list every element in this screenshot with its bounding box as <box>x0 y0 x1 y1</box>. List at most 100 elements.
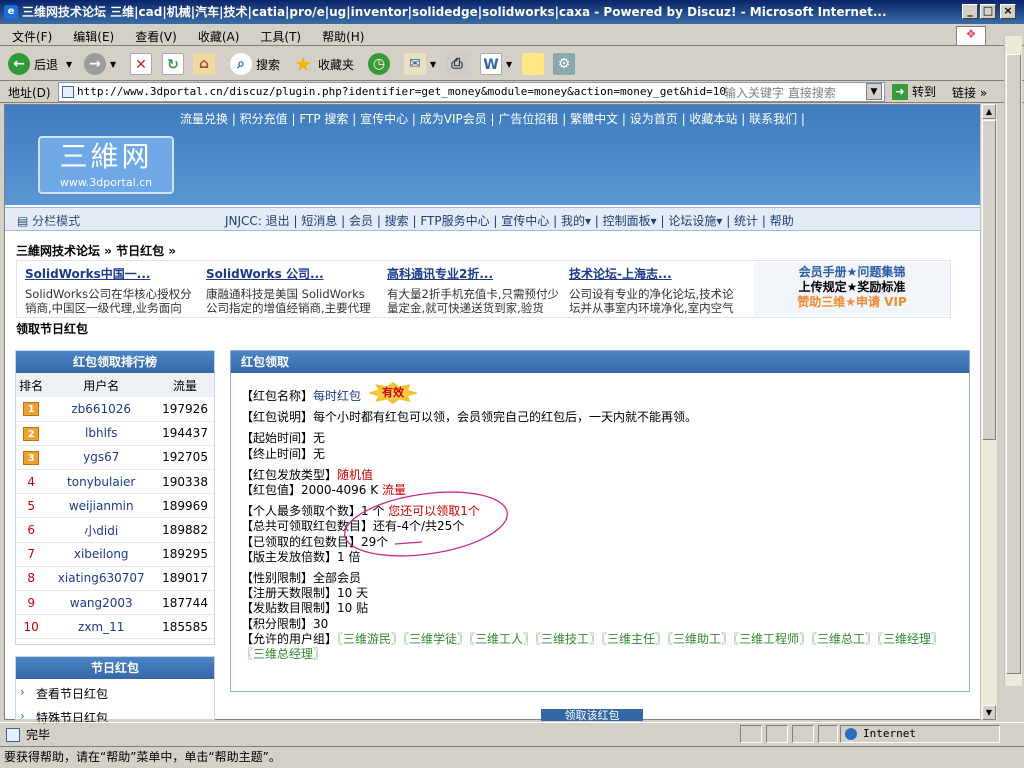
chevron-down-icon: ▼ <box>506 59 513 69</box>
col-rank-header: 排名 <box>16 373 47 397</box>
user-cell[interactable]: xibeilong <box>46 542 157 567</box>
rank-cell: 5 <box>16 493 47 519</box>
outer-scroll-thumb[interactable] <box>1006 54 1021 674</box>
view-festival-link[interactable]: 查看节日红包 <box>20 685 108 702</box>
history-button[interactable]: ◷ <box>368 51 394 77</box>
scroll-up-icon[interactable]: ▲ <box>982 104 996 119</box>
festival-panel: 节日红包 查看节日红包 特殊节日红包 <box>15 656 215 725</box>
ad-item[interactable]: SolidWorks 公司... 康融通科技是美国 SolidWorks 公司指定… <box>206 265 378 315</box>
ad-desc: 有大量2折手机充值卡,只需预付少量定金,就可快递送货到家,验货 <box>387 287 559 315</box>
close-button[interactable]: × <box>1000 4 1016 19</box>
discuss-button[interactable] <box>522 51 548 77</box>
top-links[interactable]: 流量兑换 | 积分充值 | FTP 搜索 | 宣传中心 | 成为VIP会员 | … <box>180 110 805 127</box>
status-text: 完毕 <box>26 728 51 742</box>
user-cell[interactable]: weijianmin <box>46 493 157 519</box>
points-label: 【积分限制】 <box>241 616 314 631</box>
menu-edit[interactable]: 编辑(E) <box>61 24 123 45</box>
outer-scrollbar[interactable] <box>1004 36 1022 686</box>
page-scrollbar[interactable]: ▲ ▼ <box>980 104 997 720</box>
ad-title[interactable]: 技术论坛-上海志... <box>569 265 741 282</box>
table-row: 3 ygs67 192705 <box>16 445 214 471</box>
user-cell[interactable]: zb661026 <box>46 397 157 422</box>
page-icon <box>62 86 74 98</box>
groups-value: 〖三维游民〗〖三维学徒〗〖三维工人〗〖三维技工〗〖三维主任〗〖三维助工〗〖三维工… <box>241 631 938 662</box>
windows-logo-icon: ❖ <box>956 26 986 46</box>
start-label: 【起始时间】 <box>241 431 314 446</box>
refresh-button[interactable]: ↻ <box>162 51 188 77</box>
rank-table: 排名 用户名 流量 1 zb661026 197926 2 lbhlfs 194437 3 y… <box>16 373 214 640</box>
favorites-button[interactable]: ★ 收藏夹 <box>292 51 354 77</box>
type-value: 随机值 <box>337 467 374 482</box>
status-bar: 完毕 Internet <box>0 722 1024 744</box>
ad-item[interactable]: SolidWorks中国一... SolidWorks公司在华核心授权分销商,中国… <box>25 265 197 315</box>
ad-desc: 公司设有专业的净化论坛,技术论坛并从事室内环境净化,室内空气 <box>569 287 734 315</box>
toolbar: ← 后退 ▼ → ▼ ✕ ↻ ⌂ ⌕ 搜索 ★ 收藏夹 ◷ ✉ ▼ ⎙ W ▼ ⚙ <box>0 47 1024 81</box>
logo-text: 三維网 <box>59 140 153 173</box>
claim-button[interactable]: 领取该红包 <box>541 709 643 721</box>
edit-button[interactable]: W ▼ <box>480 51 512 77</box>
go-button[interactable]: ➜ 转到 <box>892 83 936 100</box>
rank-cell: 1 <box>16 397 47 422</box>
user-cell[interactable]: zxm_11 <box>46 614 157 640</box>
ad-item[interactable]: 技术论坛-上海志... 公司设有专业的净化论坛,技术论坛并从事室内环境净化,室内空… <box>569 265 741 315</box>
site-logo[interactable]: 三維网 www.3dportal.cn <box>38 136 174 194</box>
print-button[interactable]: ⎙ <box>446 51 472 77</box>
scroll-thumb[interactable] <box>982 120 996 440</box>
flow-cell: 187744 <box>156 590 214 616</box>
note-icon <box>522 53 544 75</box>
minimize-button[interactable]: _ <box>962 4 978 19</box>
menu-favorites[interactable]: 收藏(A) <box>186 24 249 45</box>
ad-item[interactable]: 高科通讯专业2折... 有大量2折手机充值卡,只需预付少量定金,就可快递送货到家,… <box>387 265 559 315</box>
print-icon: ⎙ <box>446 53 468 75</box>
user-cell[interactable]: lbhlfs <box>46 421 157 446</box>
links-button[interactable]: 链接 » <box>952 84 987 101</box>
back-button[interactable]: ← 后退 ▼ <box>8 51 72 77</box>
sponsor-vip-link[interactable]: 赞助三维★申请 VIP <box>754 295 950 310</box>
chevron-down-icon: ▼ <box>430 59 437 69</box>
scroll-down-icon[interactable]: ▼ <box>982 705 996 720</box>
forward-button[interactable]: → ▼ <box>84 51 116 77</box>
maximize-button[interactable]: □ <box>980 4 996 19</box>
table-row: 5 weijianmin 189969 <box>16 493 214 519</box>
flow-cell: 189882 <box>156 517 214 543</box>
page-title: 领取节日红包 <box>16 322 89 336</box>
menu-file[interactable]: 文件(F) <box>0 24 61 45</box>
user-cell[interactable]: xiating630707 <box>46 566 157 592</box>
history-icon: ◷ <box>368 53 390 75</box>
festival-title: 节日红包 <box>16 657 214 679</box>
table-row: 7 xibeilong 189295 <box>16 542 214 567</box>
stop-button[interactable]: ✕ <box>130 51 156 77</box>
user-cell[interactable]: ygs67 <box>46 445 157 471</box>
mail-button[interactable]: ✉ ▼ <box>404 51 436 77</box>
rank-cell: 3 <box>16 445 47 471</box>
page-done-icon <box>6 727 20 742</box>
upload-rules-link[interactable]: 上传规定★奖励标准 <box>754 280 950 295</box>
search-hint: 输入关键字 直接搜索 <box>724 86 836 100</box>
start-value: 无 <box>313 431 326 446</box>
user-cell[interactable]: 小didi <box>46 517 157 543</box>
ad-title[interactable]: 高科通讯专业2折... <box>387 265 559 282</box>
split-mode-link[interactable]: ▤ 分栏模式 <box>17 212 80 229</box>
address-dropdown-button[interactable]: ▼ <box>866 83 882 100</box>
menu-help[interactable]: 帮助(H) <box>310 24 373 45</box>
messenger-button[interactable]: ⚙ <box>553 51 579 77</box>
ad-title[interactable]: SolidWorks中国一... <box>25 265 197 282</box>
table-row: 1 zb661026 197926 <box>16 397 214 422</box>
menu-tools[interactable]: 工具(T) <box>248 24 310 45</box>
flow-cell: 190338 <box>156 469 214 495</box>
member-manual-link[interactable]: 会员手册★问题集锦 <box>754 265 950 280</box>
name-value[interactable]: 每时红包 <box>313 389 361 403</box>
user-cell[interactable]: wang2003 <box>46 590 157 616</box>
home-button[interactable]: ⌂ <box>193 51 219 77</box>
breadcrumb[interactable]: 三維网技术论坛 » 节日红包 » <box>16 242 176 259</box>
window-title-bar[interactable]: e 三维网技术论坛 三维|cad|机械|汽车|技术|catia|pro/e|ug… <box>0 0 1024 24</box>
forum-nav-links[interactable]: JNJCC: 退出 | 短消息 | 会员 | 搜索 | FTP服务中心 | 宣传… <box>225 212 794 229</box>
status-pane <box>792 725 814 743</box>
ad-title[interactable]: SolidWorks 公司... <box>206 265 378 282</box>
rank-medal-icon: 1 <box>23 402 40 417</box>
user-cell[interactable]: tonybulaier <box>46 469 157 495</box>
menu-view[interactable]: 查看(V) <box>123 24 186 45</box>
flow-cell: 192705 <box>156 445 214 471</box>
help-bar: 要获得帮助，请在“帮助”菜单中，单击“帮助主题”。 <box>0 746 1024 768</box>
search-button[interactable]: ⌕ 搜索 <box>230 51 280 77</box>
